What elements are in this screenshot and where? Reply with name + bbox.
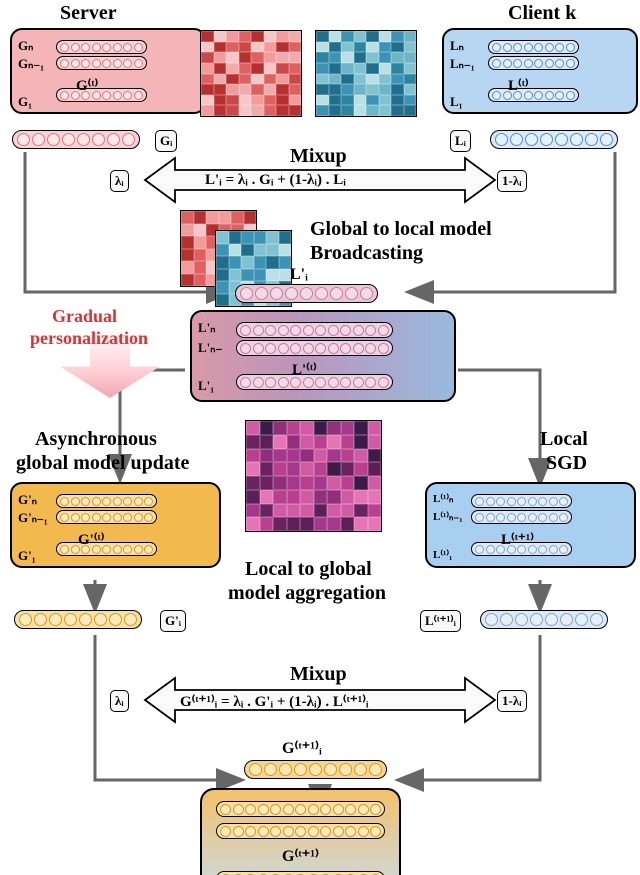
mixup2-title: Mixup xyxy=(290,663,347,686)
server-row-label: G₁ xyxy=(18,94,32,110)
mixup2-lam-left: λᵢ xyxy=(110,690,129,712)
mixed-row-label: L'ₙ₋ xyxy=(198,340,222,356)
broadcast-l2: Broadcasting xyxy=(310,242,423,265)
client-out-tag: Lᵢ xyxy=(450,130,471,152)
gp-l2: personalization xyxy=(30,328,148,349)
gprime-out-vec xyxy=(14,610,142,629)
mixup1-lam-left: λᵢ xyxy=(110,170,129,192)
mixed-row-label: L'ₙ xyxy=(198,320,215,336)
broadcast-vec-label: L'ᵢ xyxy=(290,266,308,284)
gprime-row: G'ₙ xyxy=(18,492,37,508)
heatmap-server xyxy=(200,30,302,117)
mixup2-vec-label: G⁽ᵗ⁺¹⁾ᵢ xyxy=(282,738,322,758)
diagram-canvas: Server Client k Gₙ Gₙ₋₁ G⁽ᵗ⁾ G₁ Lₙ Lₙ₋₁ … xyxy=(0,0,640,875)
async-l2: global model update xyxy=(16,452,189,475)
mixup1-lam-right: 1-λᵢ xyxy=(497,170,527,192)
gprime-mid: G'⁽ᵗ⁾ xyxy=(78,530,104,549)
lnew-stack: L⁽¹⁾ₙ L⁽¹⁾ₙ₋₁ L⁽ᵗ⁺¹⁾ L⁽¹⁾₁ xyxy=(425,482,636,568)
async-l1: Asynchronous xyxy=(35,428,157,451)
client-mid-label: L⁽ᵗ⁾ xyxy=(508,76,529,95)
agg-l1: Local to global xyxy=(245,558,372,581)
gprime-row: G'ₙ₋₁ xyxy=(18,510,48,526)
final-stack: G⁽ᵗ⁺¹⁾ xyxy=(200,788,401,875)
lnew-row: L⁽¹⁾₁ xyxy=(433,548,452,561)
server-out-tag: Gᵢ xyxy=(155,130,177,152)
mixup1-title: Mixup xyxy=(290,145,347,168)
gp-l1: Gradual xyxy=(52,306,117,327)
mixup2-vec xyxy=(244,760,387,779)
mixed-stack: L'ₙ L'ₙ₋ L'⁽ᵗ⁾ L'₁ xyxy=(190,310,456,402)
gprime-stack: G'ₙ G'ₙ₋₁ G'⁽ᵗ⁾ G'₁ xyxy=(10,482,221,568)
client-stack: Lₙ Lₙ₋₁ L⁽ᵗ⁾ L₁ xyxy=(442,28,638,114)
mixed-row-label: L'₁ xyxy=(198,378,214,394)
agg-l2: model aggregation xyxy=(228,582,386,605)
final-label: G⁽ᵗ⁺¹⁾ xyxy=(282,846,319,866)
lnew-out-vec xyxy=(480,610,608,629)
server-stack: Gₙ Gₙ₋₁ G⁽ᵗ⁾ G₁ xyxy=(10,28,206,114)
client-row-label: Lₙ xyxy=(450,38,464,54)
heatmap-client xyxy=(315,30,417,117)
localsgd-l2: SGD xyxy=(546,452,587,475)
server-out-vec xyxy=(12,130,140,149)
server-row-label: Gₙ₋₁ xyxy=(18,56,44,72)
title-client: Client k xyxy=(508,2,576,25)
heatmap-purple xyxy=(245,420,382,532)
client-row-label: L₁ xyxy=(450,94,463,110)
broadcast-vec xyxy=(235,284,378,303)
broadcast-l1: Global to local model xyxy=(310,218,492,241)
lnew-row: L⁽¹⁾ₙ₋₁ xyxy=(433,510,463,523)
localsgd-l1: Local xyxy=(540,428,588,451)
client-out-vec xyxy=(490,130,618,149)
mixup2-lam-right: 1-λᵢ xyxy=(497,690,527,712)
gprime-row: G'₁ xyxy=(18,548,36,564)
title-server: Server xyxy=(60,2,117,25)
lnew-row: L⁽¹⁾ₙ xyxy=(433,492,453,505)
gprime-out-tag: G'ᵢ xyxy=(160,610,186,632)
mixed-mid-label: L'⁽ᵗ⁾ xyxy=(292,360,317,379)
client-row-label: Lₙ₋₁ xyxy=(450,56,475,72)
mixup2-formula: G⁽ᵗ⁺¹⁾ᵢ = λᵢ . G'ᵢ + (1-λᵢ) . L⁽ᵗ⁺¹⁾ᵢ xyxy=(180,692,369,711)
server-row-label: Gₙ xyxy=(18,38,33,54)
server-mid-label: G⁽ᵗ⁾ xyxy=(76,76,98,95)
lnew-mid: L⁽ᵗ⁺¹⁾ xyxy=(501,530,534,549)
mixup1-formula: L'ᵢ = λᵢ . Gᵢ + (1-λᵢ) . Lᵢ xyxy=(205,172,346,189)
lnew-out-tag: L⁽ᵗ⁺¹⁾ᵢ xyxy=(420,610,461,632)
